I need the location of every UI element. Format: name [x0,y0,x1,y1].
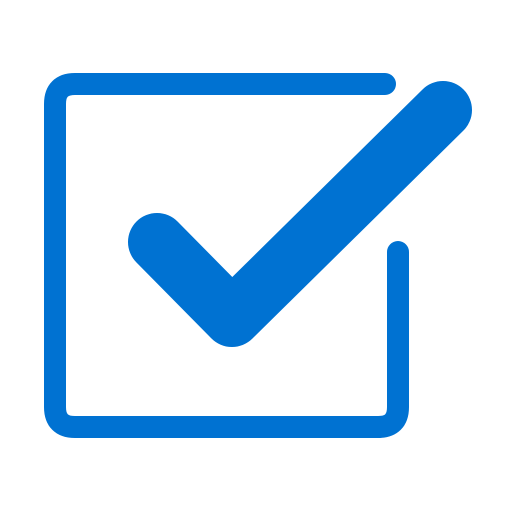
checkbox-checked-icon [0,0,512,512]
checkbox-checked-icon-svg [44,73,472,438]
checkbox-frame [44,73,409,438]
icon-canvas [0,0,512,512]
